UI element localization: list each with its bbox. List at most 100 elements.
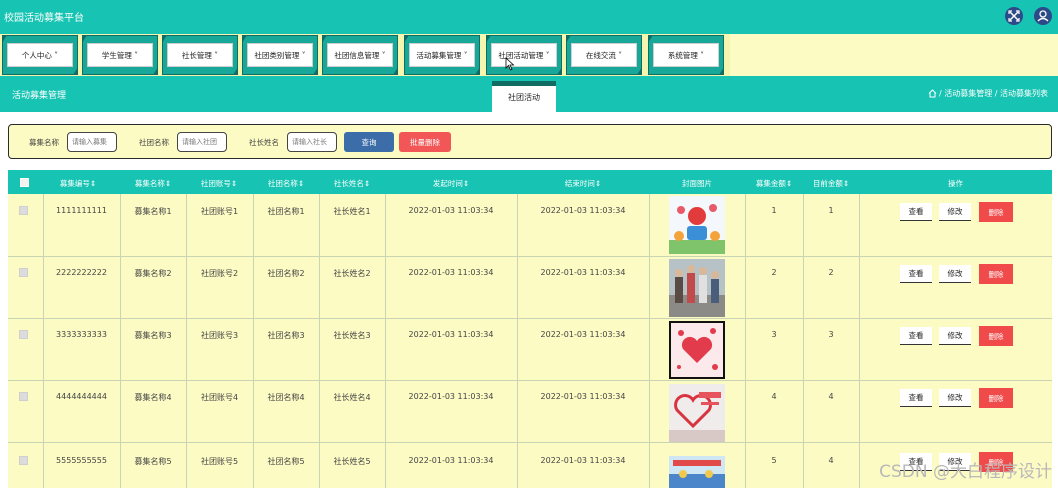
breadcrumb: / 活动募集管理 / 活动募集列表 [928, 88, 1048, 99]
grid-line [186, 194, 187, 488]
th-label: 发起时间 [432, 179, 463, 188]
sort-icon: ⇕ [842, 179, 850, 188]
grid-line [385, 194, 386, 488]
row-checkbox[interactable] [19, 456, 28, 465]
search-button[interactable]: 查询 [344, 132, 394, 152]
nav-item-club-activities[interactable]: 社团活动管理 ˅ [486, 35, 562, 75]
fullscreen-icon[interactable] [1005, 7, 1023, 25]
cell-leader: 社长姓名3 [333, 331, 371, 340]
cover-image [669, 456, 725, 488]
sort-icon: ⇕ [363, 179, 371, 188]
delete-button[interactable]: 删除 [979, 388, 1013, 408]
cell-club: 社团名称4 [267, 393, 305, 402]
cell-account: 社团账号4 [200, 393, 239, 402]
cell-account: 社团账号2 [200, 269, 239, 278]
table-header: 募集编号⇕ 募集名称⇕ 社团账号⇕ 社团名称⇕ 社长姓名⇕ 发起时间⇕ 结束时间… [8, 170, 1052, 194]
chevron-down-icon: ˅ [51, 50, 59, 60]
tab-club-activities[interactable]: 社团活动 [492, 81, 556, 112]
cell-current: 3 [828, 330, 834, 339]
th-account[interactable]: 社团账号⇕ [186, 178, 252, 189]
search-label-leader: 社长姓名 [249, 138, 279, 147]
th-club[interactable]: 社团名称⇕ [253, 178, 319, 189]
section-title: 活动募集管理 [12, 91, 67, 101]
cursor-icon [505, 57, 515, 71]
search-label-name: 募集名称 [29, 138, 59, 147]
cell-start: 2022-01-03 11:03:34 [408, 268, 494, 277]
row-checkbox[interactable] [19, 392, 28, 401]
nav-label: 社团类别管理 [254, 50, 300, 60]
main-nav: 个人中心 ˅ 学生管理 ˅ 社长管理 ˅ 社团类别管理 ˅ 社团信息管理 ˅ 活… [0, 34, 1058, 76]
delete-button[interactable]: 删除 [979, 202, 1013, 222]
cell-name: 募集名称4 [134, 393, 172, 402]
th-end[interactable]: 结束时间⇕ [517, 178, 649, 189]
bulk-delete-button[interactable]: 批量删除 [399, 132, 451, 152]
th-amount[interactable]: 募集金额⇕ [745, 178, 803, 189]
th-label: 募集名称 [134, 179, 165, 188]
th-code[interactable]: 募集编号⇕ [43, 178, 113, 189]
grid-line [253, 194, 254, 488]
view-button[interactable]: 查看 [900, 327, 932, 345]
sort-icon: ⇕ [462, 179, 470, 188]
view-button[interactable]: 查看 [900, 265, 932, 283]
th-label: 社团名称 [267, 179, 298, 188]
home-icon[interactable] [928, 89, 937, 98]
cell-name: 募集名称5 [134, 457, 172, 466]
edit-button[interactable]: 修改 [939, 327, 971, 345]
sort-icon: ⇕ [297, 179, 305, 188]
row-checkbox[interactable] [19, 268, 28, 277]
user-icon[interactable] [1034, 7, 1052, 25]
cell-account: 社团账号3 [200, 331, 239, 340]
grid-line [8, 442, 1052, 443]
cell-name: 募集名称3 [134, 331, 172, 340]
cell-account: 社团账号5 [200, 457, 239, 466]
cell-current: 2 [828, 268, 834, 277]
view-button[interactable]: 查看 [900, 203, 932, 221]
th-current[interactable]: 目前金额⇕ [803, 178, 859, 189]
tab-label: 社团活动 [508, 93, 540, 102]
nav-item-leaders[interactable]: 社长管理 ˅ [162, 35, 238, 75]
delete-button[interactable]: 删除 [979, 326, 1013, 346]
nav-label: 学生管理 [101, 50, 132, 60]
sort-icon: ⇕ [594, 179, 602, 188]
cell-leader: 社长姓名5 [333, 457, 371, 466]
cell-current: 4 [828, 392, 834, 401]
nav-item-system[interactable]: 系统管理 ˅ [648, 35, 724, 75]
nav-item-fundraising[interactable]: 活动募集管理 ˅ [404, 35, 480, 75]
sub-header: 活动募集管理 社团活动 / 活动募集管理 / 活动募集列表 [0, 76, 1058, 112]
search-input-club[interactable] [177, 132, 227, 152]
view-button[interactable]: 查看 [900, 389, 932, 407]
nav-item-club-categories[interactable]: 社团类别管理 ˅ [242, 35, 318, 75]
select-all-checkbox[interactable] [20, 178, 29, 187]
th-label: 募集编号 [59, 179, 90, 188]
cell-end: 2022-01-03 11:03:34 [540, 206, 626, 215]
edit-button[interactable]: 修改 [939, 203, 971, 221]
cell-club: 社团名称1 [267, 207, 305, 216]
th-name[interactable]: 募集名称⇕ [120, 178, 186, 189]
cell-amount: 1 [771, 206, 777, 215]
nav-item-students[interactable]: 学生管理 ˅ [82, 35, 158, 75]
search-input-name[interactable] [67, 132, 117, 152]
cell-start: 2022-01-03 11:03:34 [408, 392, 494, 401]
th-start[interactable]: 发起时间⇕ [385, 178, 517, 189]
grid-line [8, 380, 1052, 381]
search-label-club: 社团名称 [139, 138, 169, 147]
nav-item-personal[interactable]: 个人中心 ˅ [2, 35, 78, 75]
nav-item-chat[interactable]: 在线交流 ˅ [566, 35, 642, 75]
delete-button[interactable]: 删除 [979, 264, 1013, 284]
row-checkbox[interactable] [19, 206, 28, 215]
edit-button[interactable]: 修改 [939, 265, 971, 283]
cell-leader: 社长姓名2 [333, 269, 371, 278]
cell-start: 2022-01-03 11:03:34 [408, 206, 494, 215]
th-leader[interactable]: 社长姓名⇕ [319, 178, 385, 189]
th-label: 社团账号 [200, 179, 231, 188]
cell-amount: 2 [771, 268, 777, 277]
cover-image [669, 196, 725, 254]
edit-button[interactable]: 修改 [939, 389, 971, 407]
search-input-leader[interactable] [287, 132, 337, 152]
nav-item-club-info[interactable]: 社团信息管理 ˅ [322, 35, 398, 75]
sort-icon: ⇕ [230, 179, 238, 188]
cell-end: 2022-01-03 11:03:34 [540, 456, 626, 465]
data-table: 募集编号⇕ 募集名称⇕ 社团账号⇕ 社团名称⇕ 社长姓名⇕ 发起时间⇕ 结束时间… [8, 170, 1052, 488]
row-checkbox[interactable] [19, 330, 28, 339]
chevron-down-icon: ˅ [211, 50, 219, 60]
